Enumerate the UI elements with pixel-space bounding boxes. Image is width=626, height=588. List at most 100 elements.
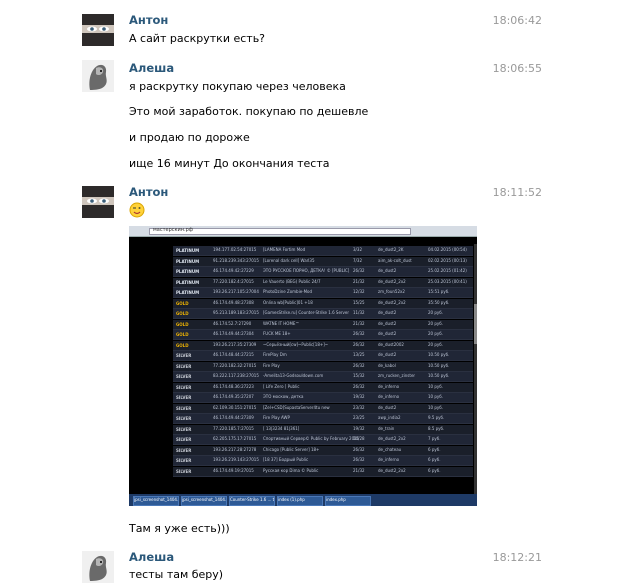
avatar[interactable] [82, 551, 114, 583]
server-price: 15:51 руб. [428, 289, 450, 294]
server-map: de_chateau [378, 446, 402, 452]
server-row[interactable]: PLATINUM 46.174.49.42:27229 ЭТО РУССКОЕ ПО… [173, 267, 473, 277]
server-map: zm_foun52x2 [378, 289, 405, 294]
server-price: 7 руб. [428, 436, 441, 441]
server-ip: 193.26.217.105:27004 [213, 289, 259, 294]
author-name[interactable]: Антон [129, 13, 168, 27]
server-price: 9.5 руб. [428, 415, 445, 420]
server-row[interactable]: SILVER 193.26.219.143:27015 [18 37] Бодрый… [173, 456, 473, 466]
server-row[interactable]: GOLD 95.213.189.183:27015 [GamesStrike.ru]… [173, 309, 473, 319]
server-ip: 46.174.49.35:27207 [213, 394, 254, 399]
message-text: ище 16 минут До окончания теста [129, 157, 330, 170]
server-row[interactable]: PLATINUM 193.26.217.105:27004 PhotoDzine Z… [173, 288, 473, 298]
server-row[interactable]: SILVER 46.174.49.44:27309 Fire Play AWP 23/… [173, 414, 473, 424]
server-row[interactable]: SILVER 77.220.185.7:27015 [ 13|3234 81|361… [173, 424, 473, 435]
message-time[interactable]: 18:06:55 [493, 62, 542, 75]
avatar[interactable] [82, 14, 114, 46]
server-map: aim_ak-colt_dust [378, 257, 412, 263]
message-time[interactable]: 18:11:52 [493, 186, 542, 199]
server-ip: 77.220.182.32:27015 [213, 362, 257, 368]
server-row[interactable]: GOLD 46.174.49.44:27304 FUCK ME 18+ 26/32 de… [173, 330, 473, 340]
server-row[interactable]: SILVER 83.222.117.238:27015 -Amelita13-God… [173, 372, 473, 382]
server-map: zm_rucken_zinster [378, 373, 416, 378]
server-price: 25.03.2015 (00:41) [428, 278, 467, 284]
server-players: 23/32 [353, 404, 365, 410]
browser-toolbar: мастерскин.рф [129, 226, 477, 237]
author-name[interactable]: Алеша [129, 550, 174, 564]
server-ip: 46.174.49.44:27304 [213, 331, 254, 336]
author-name[interactable]: Антон [129, 185, 168, 199]
server-row[interactable]: GOLD 193.26.217.35:27309 ~Серьёзный[cw]~Pu… [173, 340, 473, 351]
taskbar-item[interactable]: jpsi_screenshot_1404...png [133, 496, 179, 506]
server-ip: 77.220.185.7:27015 [213, 425, 254, 431]
server-row[interactable]: SILVER 46.174.49.19:27015 Русская кор Dima… [173, 466, 473, 477]
server-ip: 83.222.117.238:27015 [213, 373, 259, 378]
server-row[interactable]: SILVER 46.174.48.36:27223 [ Life Zero ] Pu… [173, 382, 473, 393]
message-text: я раскрутку покупаю через человека [129, 80, 346, 93]
server-name: Chicago [Public Server] 18+ [263, 446, 320, 452]
server-ip: 46.174.49.42:27229 [213, 268, 254, 273]
server-name: WATNE IT HOME™ [263, 320, 300, 326]
server-players: 19/32 [353, 394, 365, 399]
tier-badge: PLATINUM [176, 290, 200, 295]
server-row[interactable]: PLATINUM 77.220.182.4:27015 Le Vauerto (BE… [173, 277, 473, 288]
server-ip: 62.109.30.151:27015 [213, 404, 257, 410]
server-row[interactable]: SILVER 62.109.30.151:27015 [Zel+CSD]Supast… [173, 403, 473, 414]
wink-smiley-icon [129, 202, 145, 218]
tier-badge: PLATINUM [176, 258, 200, 264]
server-name: FUCK ME 18+ [263, 331, 291, 336]
taskbar-item[interactable]: index.php [325, 496, 371, 506]
server-row[interactable]: GOLD 46.174.52.7:27290 WATNE IT HOME™ 21/32… [173, 319, 473, 330]
server-map: de_train [378, 425, 395, 431]
server-row[interactable]: PLATINUM 91.218.239.343:27015 [Lorenal dar… [173, 256, 473, 267]
server-row[interactable]: SILVER 193.26.217.28:27278 Chicago [Public… [173, 445, 473, 456]
server-map: de_dust2 [378, 320, 397, 326]
server-name: [ Life Zero ] Public [263, 383, 300, 389]
tier-badge: SILVER [176, 447, 192, 453]
server-price: 10 руб. [428, 383, 444, 389]
tier-badge: SILVER [176, 416, 192, 421]
taskbar-item[interactable]: Counter-Strike 1.6 ... torrent [229, 496, 275, 506]
avatar[interactable] [82, 186, 114, 218]
server-name: [18 37] Бодрый Public [263, 457, 309, 462]
server-ip: 91.218.239.343:27015 [213, 257, 259, 263]
server-map: de_inferno [378, 383, 400, 389]
server-players: 3/32 [353, 247, 362, 252]
address-bar: мастерскин.рф [149, 227, 411, 235]
tier-badge: SILVER [176, 374, 192, 379]
server-name: [GamesStrike.ru] Counter-Strike 1.6 Serv… [263, 310, 350, 315]
server-players: 19/32 [353, 425, 365, 431]
server-row[interactable]: SILVER 77.220.182.32:27015 Fire Play 26/32 d… [173, 361, 473, 372]
message-time[interactable]: 18:12:21 [493, 551, 542, 564]
tier-badge: SILVER [176, 468, 192, 474]
server-players: 26/32 [353, 331, 365, 336]
author-name[interactable]: Алеша [129, 61, 174, 75]
server-name: Fire Play [263, 362, 280, 368]
server-ip: 95.213.189.183:27015 [213, 310, 259, 315]
server-players: 15/32 [353, 373, 365, 378]
server-price: 25.02.2015 (01:42) [428, 268, 467, 273]
avatar[interactable] [82, 60, 114, 92]
server-row[interactable]: GOLD 46.174.49.48:27308 Onlina wb[Public]0… [173, 298, 473, 309]
server-row[interactable]: SILVER 46.174.48.44:27215 FirePlay Dm 13/25… [173, 351, 473, 361]
server-players: 16/28 [353, 436, 365, 441]
server-price: 20 руб. [428, 341, 444, 347]
tier-badge: PLATINUM [176, 248, 200, 253]
taskbar-item[interactable]: index (1).php [277, 496, 323, 506]
tier-badge: SILVER [176, 353, 192, 358]
server-players: 21/32 [353, 278, 365, 284]
tier-badge: GOLD [176, 332, 189, 337]
server-row[interactable]: SILVER 62.205.175.17:27015 Спортивный Серв… [173, 435, 473, 445]
server-row[interactable]: SILVER 46.174.49.35:27207 ЭТО москоw, детк… [173, 393, 473, 403]
message-time[interactable]: 18:06:42 [493, 14, 542, 27]
attached-screenshot[interactable]: мастерскин.рф PLATINUM 194.177.02.54:2701… [129, 226, 477, 506]
tier-badge: GOLD [176, 342, 189, 348]
server-ip: 193.26.219.143:27015 [213, 457, 259, 462]
server-players: 23/25 [353, 415, 365, 420]
server-ip: 77.220.182.4:27015 [213, 278, 254, 284]
server-price: 6 руб. [428, 446, 441, 452]
server-price: 02.02.2015 (00:13) [428, 257, 467, 263]
taskbar-item[interactable]: jpsi_screenshot_1404...png [181, 496, 227, 506]
server-name: [Lorenal dark cell] Warl35 [263, 257, 315, 263]
server-row[interactable]: PLATINUM 194.177.02.54:27015 [LAMENA Forti… [173, 246, 473, 256]
